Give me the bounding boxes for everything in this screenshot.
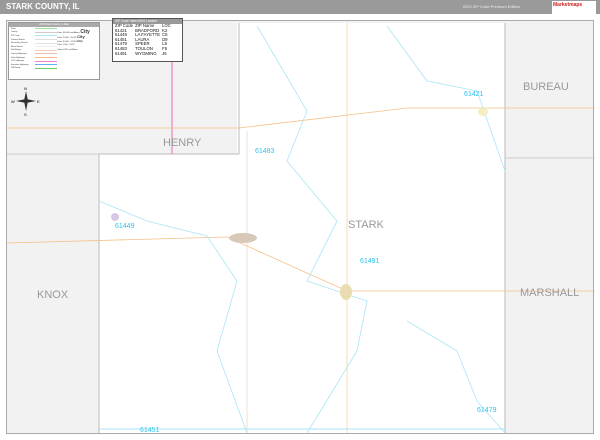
legend-item-label: Primary Streets: [11, 38, 25, 41]
legend-item-label: Secondary Streets: [11, 42, 28, 45]
zip-table: ZIP Code ZIP Name LOC 61421 BRADFORD K2 61449 L…: [114, 23, 172, 57]
logo: Marketmaps: [552, 1, 596, 14]
county-label-knox: KNOX: [37, 289, 69, 301]
legend-item-label: ZIP Code: [11, 34, 20, 37]
legend-city-class: Cities 0-999 and Below: [57, 49, 78, 51]
county-label-stark: STARK: [348, 219, 384, 231]
legend-swatch: [35, 49, 57, 51]
zip-cell: J6: [162, 50, 167, 56]
legend-item-label: Minor Streets: [11, 45, 23, 48]
compass-n: N: [24, 86, 27, 91]
map-canvas[interactable]: N S E W HENRY BUREAU STARK KNOX MARSHALL…: [6, 20, 595, 434]
legend-item-label: Rail Ramps: [11, 49, 22, 52]
compass-w: W: [11, 99, 15, 104]
compass-s: S: [24, 112, 27, 117]
zip-index-table: ZIP Code Index/Grid Locator ZIP Code ZIP …: [112, 18, 183, 62]
legend-swatch: [35, 64, 57, 66]
legend-cities: Cities 100,000 and Above City Cities 25,0…: [57, 29, 90, 54]
legend-item-label: U.S. Highways: [11, 60, 25, 63]
legend-swatch: [35, 39, 57, 41]
toulon-city-area: [229, 233, 257, 243]
zip-cell: 61491: [115, 50, 127, 56]
legend-swatch: [35, 28, 57, 30]
map-title: STARK COUNTY, IL: [6, 2, 80, 11]
county-label-bureau: BUREAU: [523, 81, 569, 93]
edition-label: 2023 ZIP Code Premium Edition: [462, 4, 520, 9]
map-legend: 2023 Stark County, IL Map State County ZIP…: [8, 22, 100, 80]
zip-label-61479: 61479: [477, 407, 497, 414]
legend-swatch: [35, 42, 57, 44]
zip-label-61491: 61491: [360, 258, 380, 265]
lafayette-city-area: [111, 213, 119, 221]
legend-item-label: County Highways: [11, 52, 27, 55]
legend-item-label: County: [11, 31, 18, 34]
stark-county-west: [99, 154, 239, 433]
legend-swatch: [35, 31, 57, 33]
zip-label-61451: 61451: [140, 427, 160, 434]
legend-item-label: Toll Roads: [11, 67, 21, 70]
compass-e: E: [37, 99, 40, 104]
zip-label-61421: 61421: [464, 91, 484, 98]
zip-label-61449: 61449: [115, 223, 135, 230]
wyoming-city-area: [340, 284, 352, 300]
header-bar: STARK COUNTY, IL 2023 ZIP Code Premium E…: [0, 0, 600, 14]
zip-row: 61491 WYOMING J6: [114, 50, 172, 57]
legend-swatch: [35, 57, 57, 59]
compass-rose-icon: [16, 91, 36, 111]
legend-swatch: [35, 60, 57, 62]
legend-item-label: State: [11, 27, 16, 30]
county-label-henry: HENRY: [163, 137, 202, 149]
legend-swatch: [35, 53, 57, 55]
legend-swatch: [35, 35, 57, 37]
legend-swatch: [35, 46, 57, 48]
county-label-marshall: MARSHALL: [520, 287, 580, 299]
zip-cell: WYOMING: [135, 50, 157, 56]
legend-swatch: [35, 67, 57, 69]
map-svg: N S E W: [6, 23, 595, 434]
legend-item-label: State Highways: [11, 56, 25, 59]
bradford-city-area: [478, 108, 488, 116]
zip-label-61483: 61483: [255, 148, 275, 155]
legend-item-label: Interstate Highways: [11, 63, 29, 66]
legend-item: Toll Roads: [9, 67, 99, 71]
